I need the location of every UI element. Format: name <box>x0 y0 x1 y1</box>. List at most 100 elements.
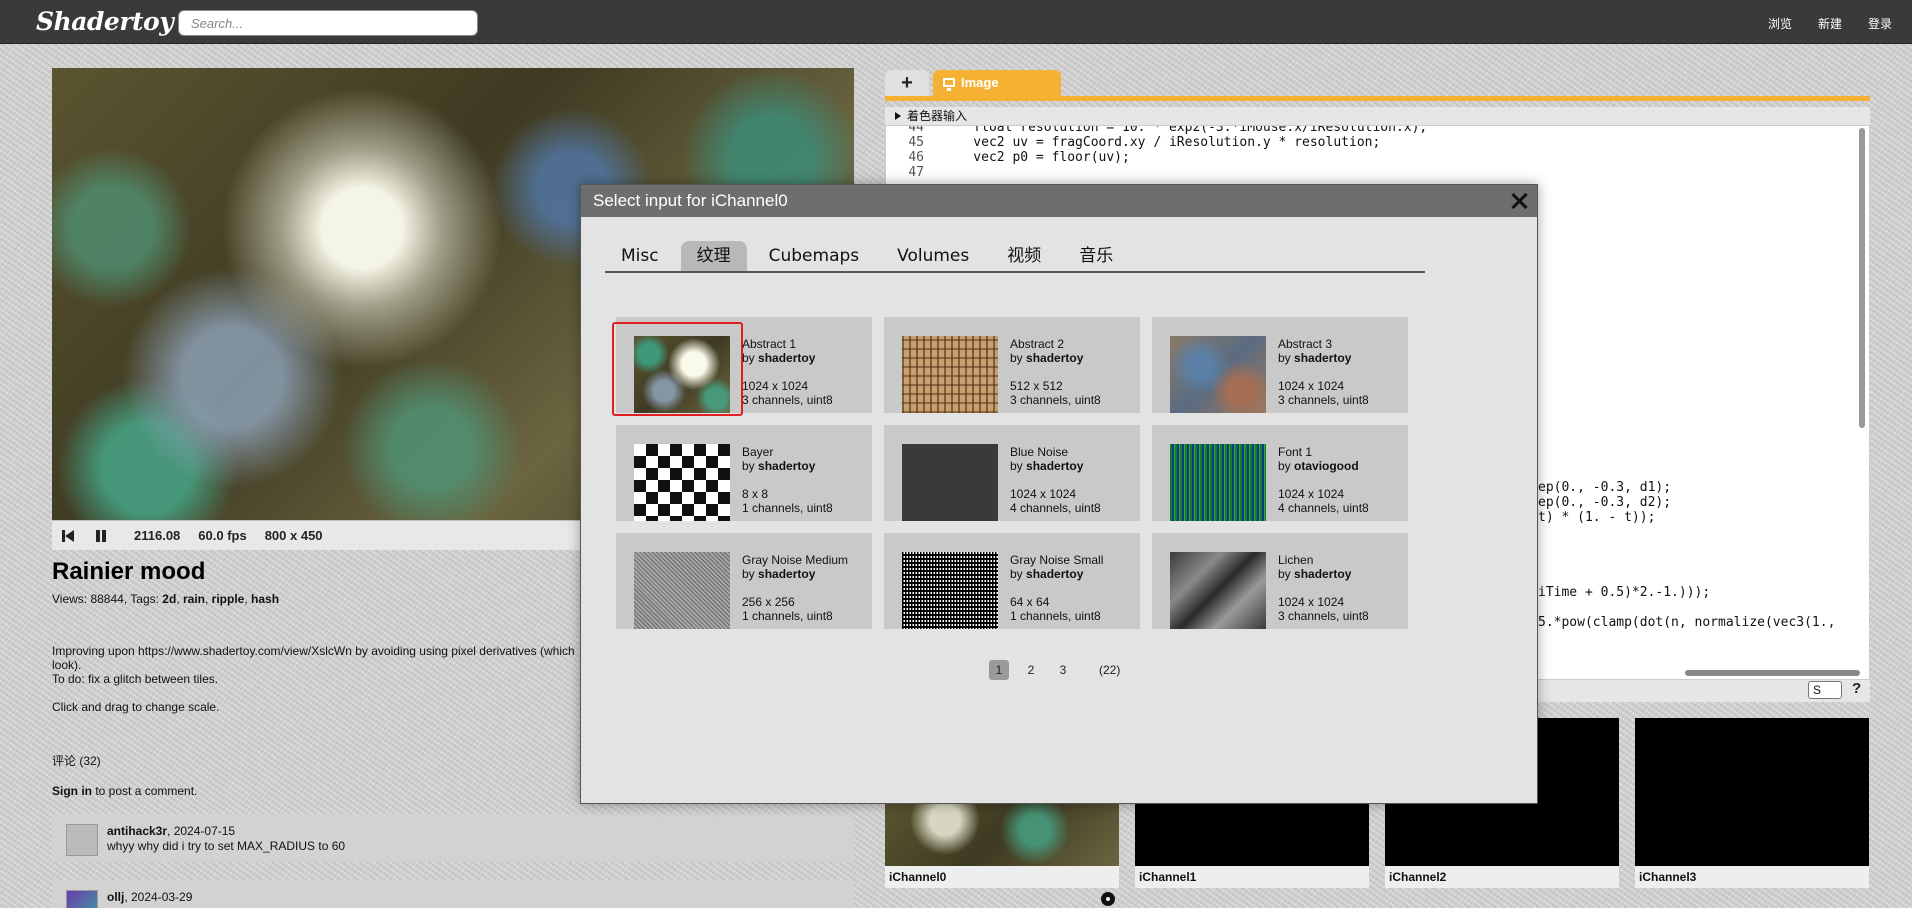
code-fragment: ep(0., -0.3, d1); <box>1538 480 1672 495</box>
help-button[interactable]: ? <box>1852 680 1861 697</box>
page-count: (22) <box>1099 663 1121 677</box>
texture-thumbnail <box>1170 336 1266 413</box>
time-readout: 2116.08 <box>134 528 181 543</box>
shadertoy-logo[interactable]: Shadertoy <box>36 7 174 36</box>
pagination: 1 2 3 (22) <box>989 660 1120 680</box>
rewind-icon[interactable] <box>62 529 76 543</box>
avatar[interactable] <box>66 824 98 856</box>
font-size-select[interactable]: S <box>1808 681 1842 699</box>
ichannel2-label: iChannel2 <box>1385 866 1619 888</box>
ichannel1-label: iChannel1 <box>1135 866 1369 888</box>
shader-title: Rainier mood <box>52 558 206 585</box>
tag-link[interactable]: rain <box>183 592 205 606</box>
code-line: 44 float resolution = 10. * exp2(-3.*iMo… <box>908 125 1428 135</box>
vertical-scrollbar[interactable] <box>1859 128 1865 428</box>
comment-item: antihack3r, 2024-07-15 whyy why did i tr… <box>52 814 854 862</box>
comment-user[interactable]: antihack3r <box>107 824 167 838</box>
ichannel3-label: iChannel3 <box>1635 866 1869 888</box>
texture-card-abstract-2[interactable]: Abstract 2 by shadertoy 512 x 512 3 chan… <box>884 317 1140 413</box>
texture-thumbnail <box>634 552 730 629</box>
search-input[interactable] <box>178 10 478 36</box>
ichannel0-label: iChannel0 <box>885 866 1119 906</box>
texture-info: Blue Noise by shadertoy 1024 x 1024 4 ch… <box>1010 445 1101 515</box>
comment-item: ollj, 2024-03-29 <box>52 880 854 908</box>
tag-link[interactable]: ripple <box>212 592 245 606</box>
texture-thumbnail <box>902 552 998 629</box>
shader-inputs-label: 着色器输入 <box>907 109 968 123</box>
page-button-1[interactable]: 1 <box>989 660 1009 680</box>
nav-new-link[interactable]: 新建 <box>1818 15 1842 32</box>
texture-info: Gray Noise Medium by shadertoy 256 x 256… <box>742 553 849 623</box>
expand-triangle-icon <box>895 112 901 120</box>
code-line: 46 vec2 p0 = floor(uv); <box>908 150 1130 165</box>
ichannel3-slot[interactable]: iChannel3 <box>1635 718 1869 888</box>
tab-textures[interactable]: 纹理 <box>680 241 747 271</box>
tab-image[interactable]: Image <box>933 70 1061 96</box>
signin-prompt: Sign in to post a comment. <box>52 784 197 798</box>
signin-link[interactable]: Sign in <box>52 784 92 798</box>
texture-thumbnail <box>1170 552 1266 629</box>
texture-card-bayer[interactable]: Bayer by shadertoy 8 x 8 1 channels, uin… <box>616 425 872 521</box>
horizontal-scrollbar[interactable] <box>1685 670 1860 676</box>
top-bar: Shadertoy 浏览 新建 登录 <box>0 0 1912 44</box>
dialog-title: Select input for iChannel0 <box>593 191 788 210</box>
tab-music[interactable]: 音乐 <box>1063 241 1129 271</box>
code-fragment: iTime + 0.5)*2.-1.))); <box>1538 585 1711 600</box>
texture-card-abstract-1[interactable]: Abstract 1 by shadertoy 1024 x 1024 3 ch… <box>612 317 872 416</box>
comments-header: 评论 (32) <box>52 754 101 768</box>
shader-meta: Views: 88844, Tags: 2d, rain, ripple, ha… <box>52 592 280 606</box>
tab-volumes[interactable]: Volumes <box>881 241 985 271</box>
texture-thumbnail <box>902 444 998 521</box>
texture-info: Gray Noise Small by shadertoy 64 x 64 1 … <box>1010 553 1104 623</box>
texture-card-blue-noise[interactable]: Blue Noise by shadertoy 1024 x 1024 4 ch… <box>884 425 1140 521</box>
ichannel0-slot[interactable]: iChannel0 <box>885 800 1119 906</box>
code-line: 47 <box>908 165 924 180</box>
description-line: Click and drag to change scale. <box>52 700 220 714</box>
description-line: To do: fix a glitch between tiles. <box>52 672 219 686</box>
texture-info: Font 1 by otaviogood 1024 x 1024 4 chann… <box>1278 445 1369 515</box>
comment-meta: ollj, 2024-03-29 <box>107 890 192 904</box>
nav-signin-link[interactable]: 登录 <box>1868 15 1892 32</box>
resolution-readout: 800 x 450 <box>264 528 323 543</box>
texture-info: Bayer by shadertoy 8 x 8 1 channels, uin… <box>742 445 833 515</box>
tag-link[interactable]: hash <box>251 592 279 606</box>
shader-inputs-toggle[interactable]: 着色器输入 <box>885 107 1870 125</box>
tab-misc[interactable]: Misc <box>605 241 675 271</box>
texture-thumbnail <box>634 444 730 521</box>
add-tab-button[interactable]: + <box>885 70 929 96</box>
texture-card-gray-noise-medium[interactable]: Gray Noise Medium by shadertoy 256 x 256… <box>616 533 872 629</box>
code-fragment: 5.*pow(clamp(dot(n, normalize(vec3(1., <box>1538 615 1836 630</box>
fps-readout: 60.0 fps <box>198 528 247 543</box>
top-nav: 浏览 新建 登录 <box>1768 15 1892 32</box>
comment-date: , 2024-07-15 <box>167 824 236 838</box>
comment-date: , 2024-03-29 <box>124 890 193 904</box>
tag-link[interactable]: 2d <box>162 592 176 606</box>
texture-card-gray-noise-small[interactable]: Gray Noise Small by shadertoy 64 x 64 1 … <box>884 533 1140 629</box>
views-text: Views: 88844, Tags: <box>52 592 163 606</box>
texture-info: Abstract 1 by shadertoy 1024 x 1024 3 ch… <box>742 337 833 407</box>
tab-videos[interactable]: 视频 <box>991 241 1057 271</box>
code-fragment: t) * (1. - t)); <box>1538 510 1656 525</box>
comment-meta: antihack3r, 2024-07-15 <box>107 824 235 838</box>
pause-icon[interactable] <box>94 529 108 543</box>
avatar[interactable] <box>66 890 98 908</box>
tab-cubemaps[interactable]: Cubemaps <box>753 241 876 271</box>
page-button-3[interactable]: 3 <box>1053 660 1073 680</box>
texture-card-font-1[interactable]: Font 1 by otaviogood 1024 x 1024 4 chann… <box>1152 425 1408 521</box>
texture-card-lichen[interactable]: Lichen by shadertoy 1024 x 1024 3 channe… <box>1152 533 1408 629</box>
gear-icon[interactable] <box>1101 892 1115 906</box>
texture-info: Abstract 3 by shadertoy 1024 x 1024 3 ch… <box>1278 337 1369 407</box>
texture-info: Abstract 2 by shadertoy 512 x 512 3 chan… <box>1010 337 1101 407</box>
select-input-dialog: Select input for iChannel0 Misc 纹理 Cubem… <box>580 184 1538 804</box>
close-icon[interactable] <box>1509 191 1529 211</box>
texture-card-abstract-3[interactable]: Abstract 3 by shadertoy 1024 x 1024 3 ch… <box>1152 317 1408 413</box>
comment-user[interactable]: ollj <box>107 890 124 904</box>
page-button-2[interactable]: 2 <box>1021 660 1041 680</box>
signin-text: to post a comment. <box>92 784 198 798</box>
selection-highlight <box>612 322 743 416</box>
tab-underline <box>885 96 1870 101</box>
description-line: look). <box>52 658 82 672</box>
nav-browse-link[interactable]: 浏览 <box>1768 15 1792 32</box>
shader-description: Improving upon https://www.shadertoy.com… <box>52 644 652 714</box>
monitor-icon <box>943 78 955 91</box>
